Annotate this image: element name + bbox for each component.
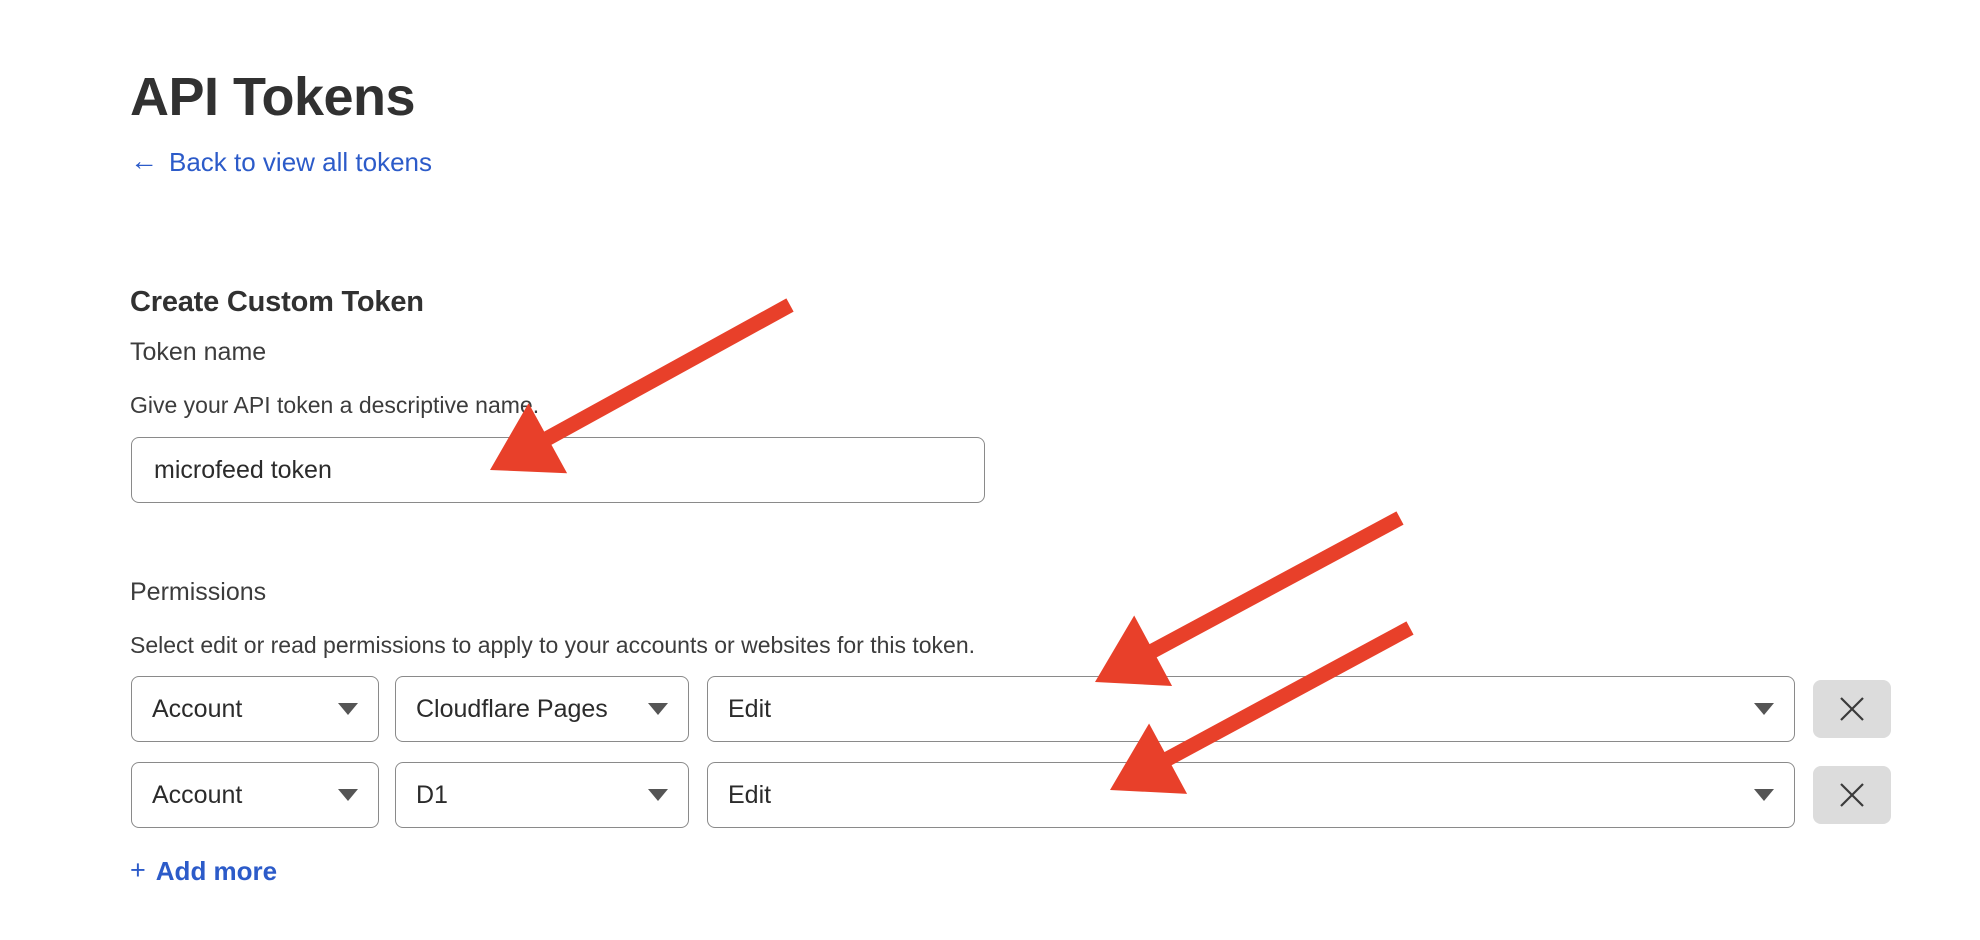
remove-permission-row-button-2[interactable]: [1813, 766, 1891, 824]
close-icon: [1840, 783, 1864, 807]
permission-access-value-1: Edit: [728, 694, 772, 723]
token-name-help-text: Give your API token a descriptive name.: [130, 392, 540, 418]
page-title: API Tokens: [130, 67, 416, 128]
create-custom-token-heading: Create Custom Token: [130, 286, 424, 319]
api-tokens-page: API Tokens ← Back to view all tokens Cre…: [0, 0, 1980, 940]
plus-icon: +: [130, 855, 146, 885]
chevron-down-icon: [338, 789, 358, 801]
add-more-permission-button[interactable]: + Add more: [130, 856, 277, 887]
permission-resource-select-2[interactable]: D1: [395, 762, 689, 828]
chevron-down-icon: [648, 789, 668, 801]
permission-access-select-2[interactable]: Edit: [707, 762, 1795, 828]
permission-scope-value-2: Account: [152, 780, 243, 809]
permission-access-select-1[interactable]: Edit: [707, 676, 1795, 742]
permission-scope-value-1: Account: [152, 694, 243, 723]
arrow-to-access-row-1-shaft: [1133, 511, 1404, 666]
permissions-label: Permissions: [130, 578, 267, 606]
chevron-down-icon: [648, 703, 668, 715]
permission-resource-value-2: D1: [416, 780, 448, 809]
chevron-down-icon: [1754, 789, 1774, 801]
permission-row: Account Cloudflare Pages Edit: [131, 676, 1891, 742]
permission-resource-select-1[interactable]: Cloudflare Pages: [395, 676, 689, 742]
chevron-down-icon: [1754, 703, 1774, 715]
token-name-label: Token name: [130, 338, 267, 366]
permission-rows: Account Cloudflare Pages Edit Account D1…: [131, 676, 1891, 848]
permission-row: Account D1 Edit: [131, 762, 1891, 828]
permission-access-value-2: Edit: [728, 780, 772, 809]
close-icon: [1840, 697, 1864, 721]
permissions-help-text: Select edit or read permissions to apply…: [130, 632, 976, 658]
permission-resource-value-1: Cloudflare Pages: [416, 694, 608, 723]
back-to-all-tokens-label: Back to view all tokens: [169, 147, 433, 177]
add-more-label: Add more: [155, 856, 278, 886]
chevron-down-icon: [338, 703, 358, 715]
token-name-input[interactable]: [131, 437, 985, 503]
back-to-all-tokens-link[interactable]: ← Back to view all tokens: [130, 145, 433, 177]
arrow-to-token-name-input-shaft: [528, 298, 794, 454]
remove-permission-row-button-1[interactable]: [1813, 680, 1891, 738]
arrow-left-icon: ←: [130, 145, 158, 176]
permission-scope-select-1[interactable]: Account: [131, 676, 379, 742]
permission-scope-select-2[interactable]: Account: [131, 762, 379, 828]
